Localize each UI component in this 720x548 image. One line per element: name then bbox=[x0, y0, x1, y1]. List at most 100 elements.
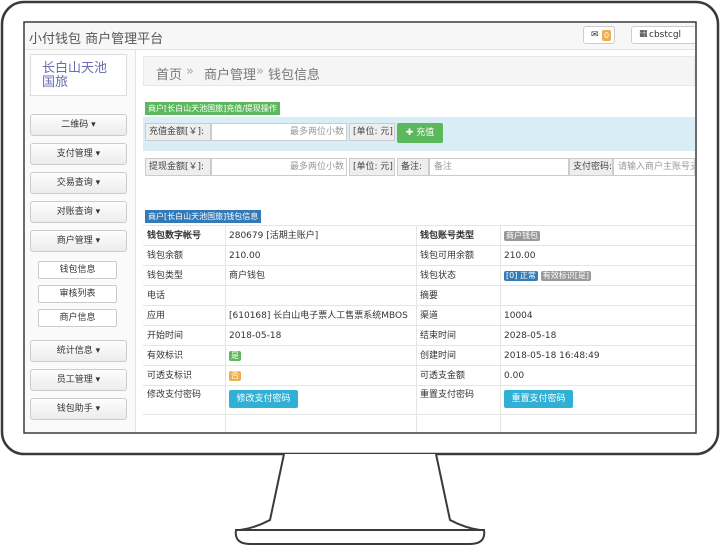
field-label: 摘要 bbox=[420, 291, 439, 301]
message-count-badge: 0 bbox=[602, 30, 612, 41]
field-label: 钱包类型 bbox=[147, 271, 184, 281]
user-menu-button[interactable]: ▦ cbstcgl bbox=[631, 26, 695, 44]
withdraw-placeholder: 最多两位小数 bbox=[289, 162, 344, 172]
field-label: 渠道 bbox=[420, 311, 439, 321]
field-label: 钱包状态 bbox=[420, 271, 457, 281]
status-badge: [0] 正常 bbox=[504, 271, 538, 281]
breadcrumb-section[interactable]: 商户管理 bbox=[204, 64, 256, 83]
menu-wallet-helper[interactable]: 钱包助手 ▾ bbox=[30, 398, 127, 420]
valid-flag-badge: 有效标识[是] bbox=[540, 271, 591, 281]
remark-placeholder: 备注 bbox=[434, 162, 453, 172]
table-row: 钱包数字帐号 280679 [活期主账户] 钱包账号类型 商户钱包 bbox=[143, 225, 695, 246]
menu-label: 对账查询 bbox=[56, 207, 93, 217]
top-navbar: 小付钱包 商户管理平台 ✉ 0 ▦ cbstcgl bbox=[25, 23, 695, 50]
field-label: 有效标识 bbox=[147, 351, 184, 361]
breadcrumb: 首页 » 商户管理 » 钱包信息 bbox=[143, 56, 695, 86]
submenu-audit-list[interactable]: 审核列表 bbox=[38, 285, 117, 303]
menu-statistics[interactable]: 统计信息 ▾ bbox=[30, 340, 127, 362]
plus-icon: ✚ bbox=[405, 128, 414, 138]
user-name-label: cbstcgl bbox=[649, 30, 682, 40]
table-row: 电话 摘要 bbox=[143, 285, 695, 306]
grid-icon: ▦ bbox=[639, 29, 648, 39]
menu-label: 支付管理 bbox=[56, 149, 93, 159]
breadcrumb-home[interactable]: 首页 bbox=[156, 64, 182, 83]
unit-label: [单位: 元] bbox=[349, 123, 395, 141]
app-title: 小付钱包 商户管理平台 bbox=[29, 32, 164, 47]
paypwd-placeholder: 请输入商户主账号支付密码 bbox=[618, 162, 694, 172]
field-label: 应用 bbox=[147, 311, 166, 321]
field-value: 210.00 bbox=[504, 251, 536, 261]
menu-label: 员工管理 bbox=[56, 375, 93, 385]
mail-icon: ✉ bbox=[591, 30, 599, 40]
table-row: 有效标识 是 创建时间 2018-05-18 16:48:49 bbox=[143, 345, 695, 366]
menu-label: 商户管理 bbox=[56, 236, 93, 246]
menu-label: 二维码 bbox=[61, 120, 89, 130]
wallet-info-table: 钱包数字帐号 280679 [活期主账户] 钱包账号类型 商户钱包 钱包余额 2… bbox=[143, 225, 695, 432]
field-value: 2028-05-18 bbox=[504, 331, 557, 341]
breadcrumb-sep: » bbox=[186, 64, 194, 79]
field-label: 修改支付密码 bbox=[147, 390, 202, 400]
recharge-placeholder: 最多两位小数 bbox=[289, 127, 344, 137]
menu-payment[interactable]: 支付管理 ▾ bbox=[30, 143, 127, 165]
menu-qrcode[interactable]: 二维码 ▾ bbox=[30, 114, 127, 136]
submenu-merchant-info[interactable]: 商户信息 bbox=[38, 309, 117, 327]
recharge-label: 充值金额[￥]: bbox=[145, 123, 211, 141]
field-label: 可透支标识 bbox=[147, 371, 193, 381]
paypwd-label: 支付密码: bbox=[569, 158, 613, 176]
field-value: 10004 bbox=[504, 311, 533, 321]
overdraft-no-badge: 否 bbox=[229, 371, 241, 381]
wallet-type-badge: 商户钱包 bbox=[504, 231, 540, 241]
paypwd-input[interactable]: 请输入商户主账号支付密码 bbox=[613, 158, 695, 176]
field-label: 钱包余额 bbox=[147, 251, 184, 261]
field-value: 商户钱包 bbox=[229, 271, 266, 281]
field-label: 创建时间 bbox=[420, 351, 457, 361]
recharge-button-label: 充值 bbox=[416, 128, 435, 138]
field-value: 2018-05-18 bbox=[229, 331, 282, 341]
table-row: 应用 [610168] 长白山电子票人工售票系统MBOS 渠道 10004 bbox=[143, 305, 695, 326]
table-row: 修改支付密码 修改支付密码 重置支付密码 重置支付密码 bbox=[143, 385, 695, 415]
menu-merchant[interactable]: 商户管理 ▾ bbox=[30, 230, 127, 252]
info-panel-title: 商户[长白山天池国旅]钱包信息 bbox=[145, 210, 262, 223]
field-label: 开始时间 bbox=[147, 331, 184, 341]
breadcrumb-sep: » bbox=[256, 64, 264, 79]
withdraw-amount-input[interactable]: 最多两位小数 bbox=[211, 158, 347, 176]
field-value: 210.00 bbox=[229, 251, 261, 261]
change-pay-password-button[interactable]: 修改支付密码 bbox=[229, 390, 298, 408]
menu-label: 统计信息 bbox=[56, 346, 93, 356]
table-row: 可透支标识 否 可透支金额 0.00 bbox=[143, 365, 695, 386]
ops-panel-title: 商户[长白山天池国旅]充值/提现操作 bbox=[145, 102, 280, 115]
remark-input[interactable]: 备注 bbox=[429, 158, 569, 176]
field-value: [610168] 长白山电子票人工售票系统MBOS bbox=[229, 311, 408, 321]
breadcrumb-current: 钱包信息 bbox=[268, 68, 321, 83]
remark-label: 备注: bbox=[397, 158, 429, 176]
table-row: 开始时间 2018-05-18 结束时间 2028-05-18 bbox=[143, 325, 695, 346]
field-value: 0.00 bbox=[504, 371, 525, 381]
table-row: 钱包类型 商户钱包 钱包状态 [0] 正常 有效标识[是] bbox=[143, 265, 695, 286]
field-label: 可透支金额 bbox=[420, 371, 466, 381]
field-label: 结束时间 bbox=[420, 331, 457, 341]
menu-reconciliation[interactable]: 对账查询 ▾ bbox=[30, 201, 127, 223]
main-content: 首页 » 商户管理 » 钱包信息 商户[长白山天池国旅]充值/提现操作 充值金额… bbox=[143, 56, 695, 432]
recharge-amount-input[interactable]: 最多两位小数 bbox=[211, 123, 347, 141]
withdraw-label: 提现金额[￥]: bbox=[145, 158, 211, 176]
menu-transactions[interactable]: 交易查询 ▾ bbox=[30, 172, 127, 194]
unit-label: [单位: 元] bbox=[349, 158, 395, 176]
field-label: 钱包可用余额 bbox=[420, 251, 475, 261]
field-label: 重置支付密码 bbox=[420, 390, 475, 400]
screen: 小付钱包 商户管理平台 ✉ 0 ▦ cbstcgl 长白山天池国旅 二维码 ▾ … bbox=[25, 23, 695, 432]
menu-staff[interactable]: 员工管理 ▾ bbox=[30, 369, 127, 391]
reset-pay-password-button[interactable]: 重置支付密码 bbox=[504, 390, 573, 408]
field-value: 2018-05-18 16:48:49 bbox=[504, 351, 600, 361]
field-value: 280679 [活期主账户] bbox=[229, 231, 319, 241]
messages-button[interactable]: ✉ 0 bbox=[583, 26, 615, 44]
field-label: 钱包数字帐号 bbox=[147, 231, 202, 241]
valid-yes-badge: 是 bbox=[229, 351, 241, 361]
menu-label: 交易查询 bbox=[56, 178, 93, 188]
merchant-logo: 长白山天池国旅 bbox=[30, 54, 127, 96]
field-label: 钱包账号类型 bbox=[420, 231, 475, 241]
submenu-wallet-info[interactable]: 钱包信息 bbox=[38, 261, 117, 279]
merchant-name: 长白山天池国旅 bbox=[42, 61, 108, 90]
table-row: 钱包余额 210.00 钱包可用余额 210.00 bbox=[143, 245, 695, 266]
sidebar: 长白山天池国旅 二维码 ▾ 支付管理 ▾ 交易查询 ▾ 对账查询 ▾ 商户管理 … bbox=[25, 50, 136, 432]
recharge-button[interactable]: ✚ 充值 bbox=[397, 123, 443, 143]
